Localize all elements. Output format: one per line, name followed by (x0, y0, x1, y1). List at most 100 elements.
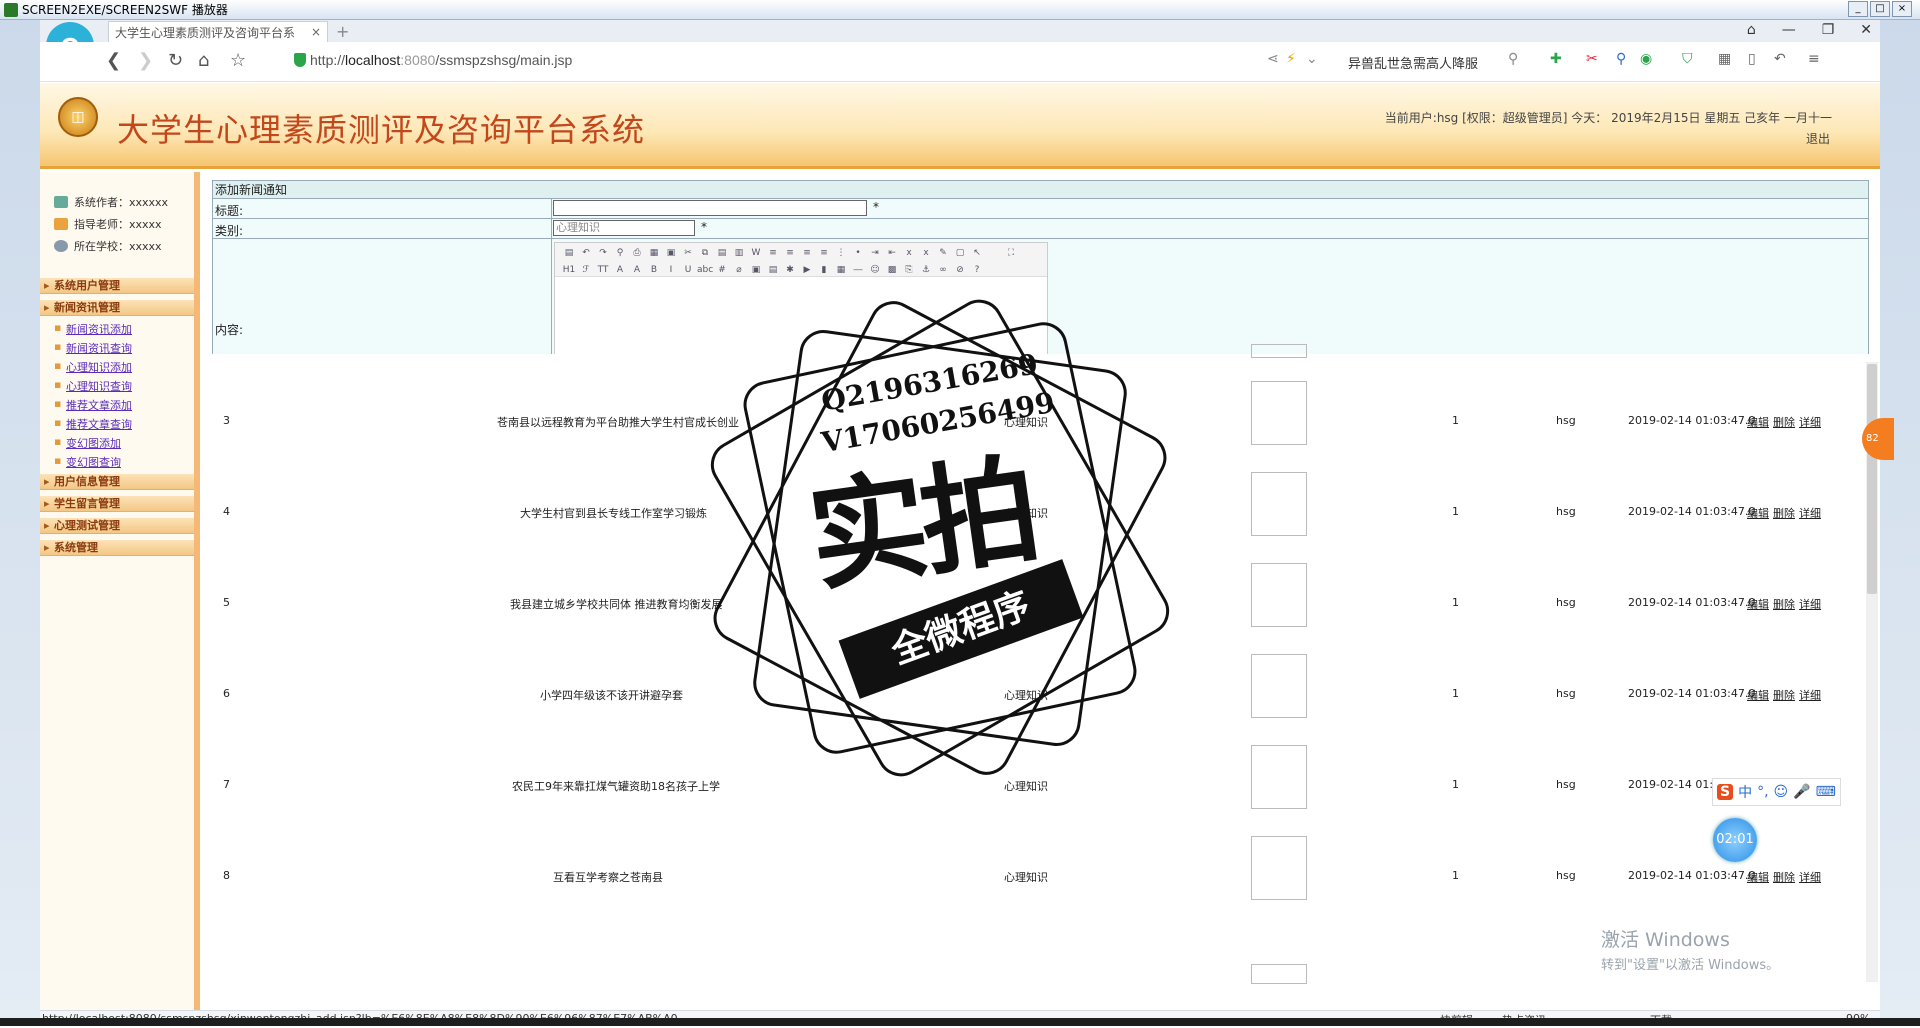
strike-icon[interactable]: abc (697, 262, 713, 278)
player-close-button[interactable]: × (1892, 1, 1912, 17)
ime-toolbar[interactable]: S 中 °, ☺ 🎤 ⌨ (1712, 778, 1841, 806)
forward-icon[interactable]: ❯ (138, 50, 153, 71)
ime-punct[interactable]: °, (1757, 784, 1768, 800)
new-tab-button[interactable]: + (336, 22, 349, 41)
menu-system[interactable]: 系统管理 (40, 540, 194, 556)
keyboard-icon[interactable]: ⌨ (1816, 784, 1836, 800)
edit-link[interactable]: 编辑 (1747, 414, 1769, 430)
submenu-psych-query[interactable]: 心理知识查询 (54, 378, 132, 394)
player-maximize-button[interactable]: □ (1870, 1, 1890, 17)
clear-format-icon[interactable]: ✎ (935, 245, 951, 261)
template-icon[interactable]: ▦ (646, 245, 662, 261)
emoticon-icon[interactable]: ☺ (867, 262, 883, 278)
subscript-icon[interactable]: x (901, 245, 917, 261)
menu-messages[interactable]: 学生留言管理 (40, 496, 194, 512)
align-left-icon[interactable]: ≡ (765, 245, 781, 261)
minimize-icon[interactable]: — (1782, 22, 1796, 38)
multi-image-icon[interactable]: ▤ (765, 262, 781, 278)
unlink-icon[interactable]: ⊘ (952, 262, 968, 278)
favorite-star-icon[interactable]: ☆ (230, 50, 246, 71)
undo-icon[interactable]: ↶ (578, 245, 594, 261)
highlight-icon[interactable]: A (629, 262, 645, 278)
recording-timer[interactable]: 02:01 (1713, 818, 1757, 862)
ordered-list-icon[interactable]: ⋮ (833, 245, 849, 261)
anchor-icon[interactable]: ⚓ (918, 262, 934, 278)
detail-link[interactable]: 详细 (1799, 505, 1821, 521)
ime-lang[interactable]: 中 (1738, 782, 1752, 802)
delete-link[interactable]: 删除 (1773, 414, 1795, 430)
media-icon[interactable]: ▶ (799, 262, 815, 278)
indent-icon[interactable]: ⇥ (867, 245, 883, 261)
delete-link[interactable]: 删除 (1773, 505, 1795, 521)
font-family-icon[interactable]: ℱ (578, 262, 594, 278)
home-icon[interactable]: ⌂ (198, 50, 209, 71)
edit-link[interactable]: 编辑 (1747, 505, 1769, 521)
redo-icon[interactable]: ↷ (595, 245, 611, 261)
align-center-icon[interactable]: ≡ (782, 245, 798, 261)
restore-icon[interactable]: ❐ (1822, 22, 1835, 38)
lightning-icon[interactable]: ⚡ (1286, 51, 1296, 67)
magnifier-icon[interactable]: ⚲ (1616, 51, 1626, 67)
submenu-news-query[interactable]: 新闻资讯查询 (54, 340, 132, 356)
line-height-icon[interactable]: # (714, 262, 730, 278)
tab-close-icon[interactable]: × (311, 25, 321, 39)
source-icon[interactable]: ▤ (561, 245, 577, 261)
bullet-list-icon[interactable]: • (850, 245, 866, 261)
browser-tab[interactable]: 大学生心理素质测评及咨询平台系 × (108, 21, 328, 42)
chevron-down-icon[interactable]: ⌄ (1306, 51, 1318, 67)
mic-icon[interactable]: 🎤 (1793, 784, 1810, 800)
menu-user-info[interactable]: 用户信息管理 (40, 474, 194, 490)
share-icon[interactable]: ⋖ (1267, 51, 1279, 67)
submenu-slide-query[interactable]: 变幻图查询 (54, 454, 121, 470)
paste-icon[interactable]: ▤ (714, 245, 730, 261)
submenu-slide-add[interactable]: 变幻图添加 (54, 435, 121, 451)
search-icon[interactable]: ⚲ (1508, 51, 1518, 67)
italic-icon[interactable]: I (663, 262, 679, 278)
copy-icon[interactable]: ⧉ (697, 245, 713, 261)
paste-word-icon[interactable]: W (748, 245, 764, 261)
detail-link[interactable]: 详细 (1799, 414, 1821, 430)
scissors-icon[interactable]: ✂ (1586, 51, 1598, 67)
menu-news[interactable]: 新闻资讯管理 (40, 300, 194, 316)
select-all-icon[interactable]: ▢ (952, 245, 968, 261)
submenu-article-query[interactable]: 推荐文章查询 (54, 416, 132, 432)
detail-link[interactable]: 详细 (1799, 687, 1821, 703)
remove-format-icon[interactable]: ⌀ (731, 262, 747, 278)
edit-link[interactable]: 编辑 (1747, 869, 1769, 885)
font-color-icon[interactable]: A (612, 262, 628, 278)
underline-icon[interactable]: U (680, 262, 696, 278)
shirt-icon[interactable]: ⌂ (1747, 22, 1756, 38)
detail-link[interactable]: 详细 (1799, 869, 1821, 885)
align-right-icon[interactable]: ≡ (799, 245, 815, 261)
table-icon[interactable]: ▦ (833, 262, 849, 278)
heading-icon[interactable]: H1 (561, 262, 577, 278)
address-bar[interactable]: http://localhost:8080/ssmspzshsg/main.js… (310, 52, 572, 68)
delete-link[interactable]: 删除 (1773, 687, 1795, 703)
help-icon[interactable]: ? (969, 262, 985, 278)
refresh-icon[interactable]: ↻ (168, 50, 183, 71)
flash-icon[interactable]: ✱ (782, 262, 798, 278)
detail-link[interactable]: 详细 (1799, 596, 1821, 612)
superscript-icon[interactable]: x (918, 245, 934, 261)
insert-file-icon[interactable]: ▮ (816, 262, 832, 278)
reader-icon[interactable]: ▯ (1748, 51, 1756, 67)
pagebreak-icon[interactable]: ⎘ (901, 262, 917, 278)
logout-link[interactable]: 退出 (1806, 130, 1830, 147)
cut-icon[interactable]: ✂ (680, 245, 696, 261)
delete-link[interactable]: 删除 (1773, 869, 1795, 885)
submenu-article-add[interactable]: 推荐文章添加 (54, 397, 132, 413)
search-suggestion[interactable]: 异兽乱世急需高人降服 (1348, 53, 1478, 72)
outdent-icon[interactable]: ⇤ (884, 245, 900, 261)
player-minimize-button[interactable]: _ (1848, 1, 1868, 17)
menu-icon[interactable]: ≡ (1808, 51, 1820, 67)
fullscreen-icon[interactable]: ⛶ (1003, 245, 1019, 261)
scrollbar-thumb[interactable] (1867, 364, 1877, 594)
emoji-icon[interactable]: ☺ (1774, 784, 1789, 800)
print-icon[interactable]: ⎙ (629, 245, 645, 261)
back-icon[interactable]: ❮ (106, 50, 121, 71)
menu-psych-test[interactable]: 心理测试管理 (40, 518, 194, 534)
undo-icon[interactable]: ↶ (1774, 51, 1786, 67)
font-size-icon[interactable]: TT (595, 262, 611, 278)
submenu-news-add[interactable]: 新闻资讯添加 (54, 321, 132, 337)
paste-text-icon[interactable]: ▥ (731, 245, 747, 261)
